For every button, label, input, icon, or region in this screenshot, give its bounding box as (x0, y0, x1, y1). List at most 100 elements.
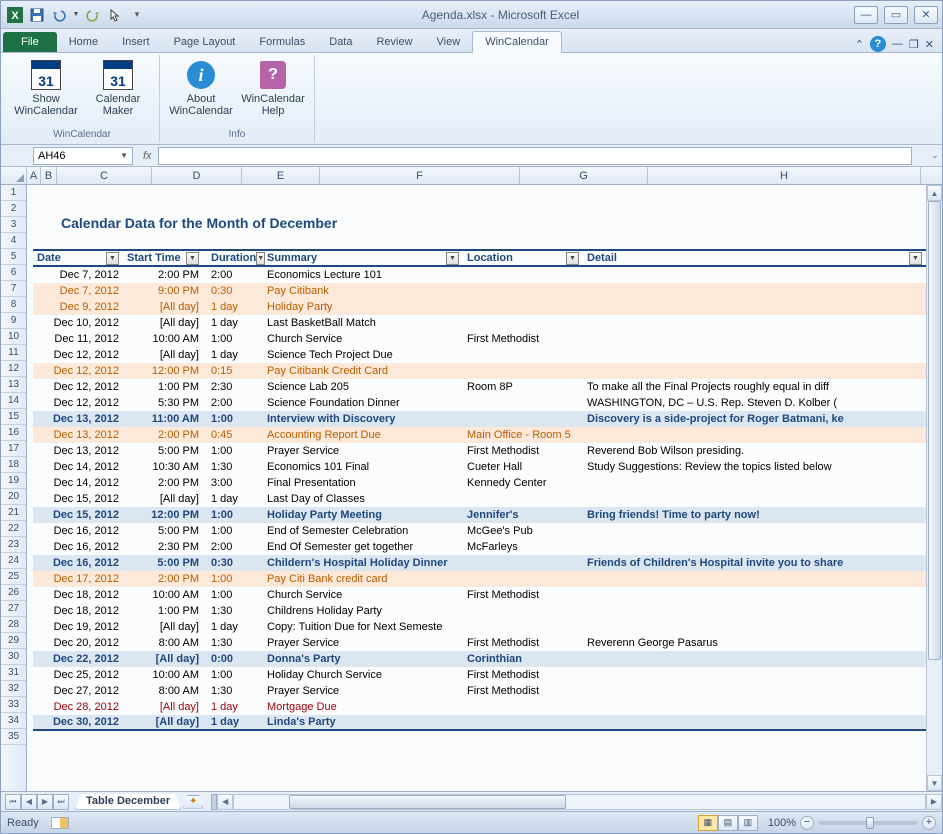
cell[interactable]: 1:00 (203, 589, 263, 601)
cell[interactable]: 1:30 (203, 605, 263, 617)
table-row[interactable]: Dec 22, 2012[All day]0:00Donna's PartyCo… (33, 651, 926, 667)
cell[interactable]: Dec 30, 2012 (33, 716, 123, 728)
row-header-29[interactable]: 29 (1, 633, 26, 649)
cell[interactable]: Jennifer's (463, 509, 583, 521)
zoom-thumb[interactable] (866, 817, 874, 829)
cell[interactable]: Dec 19, 2012 (33, 621, 123, 633)
table-row[interactable]: Dec 7, 20122:00 PM2:00Economics Lecture … (33, 267, 926, 283)
table-row[interactable]: Dec 13, 20122:00 PM0:45Accounting Report… (33, 427, 926, 443)
minimize-button[interactable]: ― (854, 6, 878, 24)
row-header-25[interactable]: 25 (1, 569, 26, 585)
row-header-24[interactable]: 24 (1, 553, 26, 569)
wincalendar-help-button[interactable]: ? WinCalendar Help (238, 57, 308, 119)
row-header-3[interactable]: 3 (1, 217, 26, 233)
cell[interactable]: Science Foundation Dinner (263, 397, 463, 409)
cell[interactable]: 12:00 PM (123, 365, 203, 377)
cell[interactable]: Prayer Service (263, 637, 463, 649)
cell[interactable]: Pay Citibank Credit Card (263, 365, 463, 377)
col-start-time[interactable]: Start Time▼ (123, 252, 203, 265)
new-sheet-icon[interactable]: ✦ (183, 795, 203, 809)
cell[interactable]: Dec 10, 2012 (33, 317, 123, 329)
cell[interactable]: First Methodist (463, 637, 583, 649)
cell[interactable]: Dec 16, 2012 (33, 557, 123, 569)
cell[interactable]: Dec 27, 2012 (33, 685, 123, 697)
column-header-H[interactable]: H (648, 167, 921, 184)
row-header-33[interactable]: 33 (1, 697, 26, 713)
undo-dropdown-icon[interactable]: ▼ (71, 5, 81, 25)
row-header-27[interactable]: 27 (1, 601, 26, 617)
cell[interactable]: Last Day of Classes (263, 493, 463, 505)
row-header-1[interactable]: 1 (1, 185, 26, 201)
filter-dropdown-icon[interactable]: ▼ (566, 252, 579, 265)
formula-input[interactable] (158, 147, 912, 165)
scroll-thumb[interactable] (928, 201, 941, 660)
cell[interactable]: [All day] (123, 621, 203, 633)
row-header-7[interactable]: 7 (1, 281, 26, 297)
cell[interactable]: Dec 15, 2012 (33, 493, 123, 505)
cell[interactable]: Last BasketBall Match (263, 317, 463, 329)
scroll-right-icon[interactable]: ▶ (926, 794, 942, 810)
doc-minimize-icon[interactable]: ― (892, 38, 903, 50)
cell[interactable]: 2:00 PM (123, 429, 203, 441)
row-header-31[interactable]: 31 (1, 665, 26, 681)
horizontal-scrollbar[interactable]: ◀ ▶ (211, 794, 942, 810)
tab-file[interactable]: File (3, 32, 57, 52)
row-header-32[interactable]: 32 (1, 681, 26, 697)
cell[interactable]: Dec 16, 2012 (33, 541, 123, 553)
worksheet[interactable]: Calendar Data for the Month of December … (27, 185, 926, 791)
pointer-icon[interactable] (105, 5, 125, 25)
row-header-2[interactable]: 2 (1, 201, 26, 217)
cell[interactable]: [All day] (123, 716, 203, 728)
table-row[interactable]: Dec 20, 20128:00 AM1:30Prayer ServiceFir… (33, 635, 926, 651)
cell[interactable]: McFarleys (463, 541, 583, 553)
cell[interactable]: Science Lab 205 (263, 381, 463, 393)
cell[interactable]: 5:00 PM (123, 557, 203, 569)
cell[interactable]: Linda's Party (263, 716, 463, 728)
cell[interactable]: 0:00 (203, 653, 263, 665)
cell[interactable]: Friends of Children's Hospital invite yo… (583, 557, 926, 569)
column-header-B[interactable]: B (41, 167, 57, 184)
table-row[interactable]: Dec 14, 20122:00 PM3:00Final Presentatio… (33, 475, 926, 491)
row-header-35[interactable]: 35 (1, 729, 26, 745)
cell[interactable]: 1:00 (203, 413, 263, 425)
close-button[interactable]: ✕ (914, 6, 938, 24)
cell[interactable]: Holiday Party (263, 301, 463, 313)
tab-formulas[interactable]: Formulas (247, 32, 317, 52)
cell[interactable]: Accounting Report Due (263, 429, 463, 441)
row-header-12[interactable]: 12 (1, 361, 26, 377)
cell[interactable]: Dec 15, 2012 (33, 509, 123, 521)
zoom-in-button[interactable]: + (922, 816, 936, 830)
row-header-23[interactable]: 23 (1, 537, 26, 553)
normal-view-button[interactable]: ▦ (698, 815, 718, 831)
cell[interactable]: Final Presentation (263, 477, 463, 489)
cell[interactable]: Dec 13, 2012 (33, 429, 123, 441)
cell[interactable]: 2:30 PM (123, 541, 203, 553)
about-wincalendar-button[interactable]: i About WinCalendar (166, 57, 236, 119)
cell[interactable]: 1:00 PM (123, 605, 203, 617)
filter-dropdown-icon[interactable]: ▼ (909, 252, 922, 265)
cell[interactable]: Dec 9, 2012 (33, 301, 123, 313)
cell[interactable]: Dec 12, 2012 (33, 397, 123, 409)
table-row[interactable]: Dec 16, 20125:00 PM1:00End of Semester C… (33, 523, 926, 539)
table-row[interactable]: Dec 12, 2012[All day]1 dayScience Tech P… (33, 347, 926, 363)
scroll-track[interactable] (233, 794, 926, 810)
table-row[interactable]: Dec 30, 2012[All day]1 dayLinda's Party (33, 715, 926, 731)
zoom-out-button[interactable]: − (800, 816, 814, 830)
table-row[interactable]: Dec 15, 2012[All day]1 dayLast Day of Cl… (33, 491, 926, 507)
row-header-10[interactable]: 10 (1, 329, 26, 345)
cell[interactable]: First Methodist (463, 333, 583, 345)
table-row[interactable]: Dec 27, 20128:00 AM1:30Prayer ServiceFir… (33, 683, 926, 699)
ribbon-min-icon[interactable]: ⌃ (855, 38, 864, 51)
cell[interactable]: Room 8P (463, 381, 583, 393)
row-header-30[interactable]: 30 (1, 649, 26, 665)
cell[interactable]: 1:30 (203, 637, 263, 649)
help-icon[interactable]: ? (870, 36, 886, 52)
cell[interactable]: End Of Semester get together (263, 541, 463, 553)
col-location[interactable]: Location▼ (463, 252, 583, 265)
column-header-F[interactable]: F (320, 167, 520, 184)
cell[interactable]: First Methodist (463, 685, 583, 697)
cell[interactable]: Childrens Holiday Party (263, 605, 463, 617)
maximize-button[interactable]: ▭ (884, 6, 908, 24)
tab-page-layout[interactable]: Page Layout (162, 32, 248, 52)
scroll-up-icon[interactable]: ▲ (927, 185, 942, 201)
